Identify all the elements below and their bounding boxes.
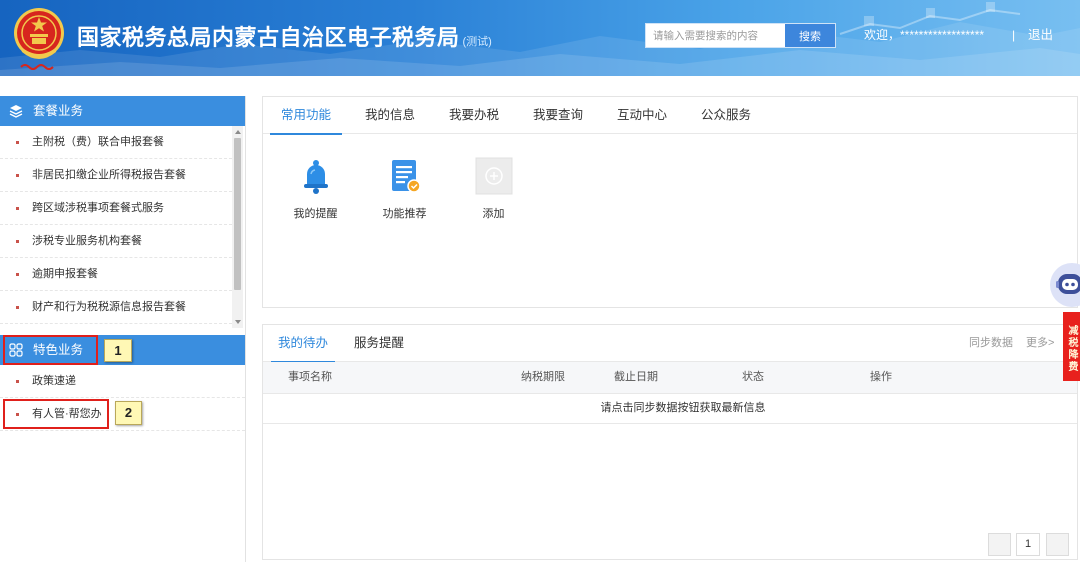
tax-reduction-promo-tab[interactable]: 减税降费 bbox=[1063, 312, 1080, 381]
sidebar-item-label: 政策速递 bbox=[32, 375, 76, 387]
tab-my-info[interactable]: 我的信息 bbox=[348, 97, 432, 134]
search-button[interactable]: 搜索 bbox=[785, 23, 836, 48]
welcome-text: 欢迎，****************** bbox=[864, 28, 985, 42]
function-my-reminders[interactable]: 我的提醒 bbox=[271, 157, 360, 221]
annotation-label: 1 bbox=[104, 339, 132, 362]
function-label: 我的提醒 bbox=[293, 208, 338, 220]
sidebar-item[interactable]: 主附税（费）联合申报套餐 bbox=[0, 126, 232, 159]
pagination-next-button[interactable] bbox=[1046, 533, 1069, 556]
todo-panel: 我的待办 服务提醒 同步数据 更多> 事项名称 纳税期限 截止日期 状态 操作 … bbox=[262, 324, 1078, 560]
tab-common-functions[interactable]: 常用功能 bbox=[264, 97, 348, 135]
more-link[interactable]: 更多> bbox=[1026, 325, 1054, 362]
logout-link[interactable]: 退出 bbox=[1028, 27, 1053, 43]
sidebar-item[interactable]: 非居民扣缴企业所得税报告套餐 bbox=[0, 159, 232, 192]
pagination-prev-button[interactable] bbox=[988, 533, 1011, 556]
bullet-icon bbox=[16, 306, 19, 309]
function-label: 功能推荐 bbox=[382, 208, 427, 220]
tab-my-todo[interactable]: 我的待办 bbox=[265, 325, 341, 363]
function-recommend[interactable]: 功能推荐 bbox=[360, 157, 449, 221]
sidebar-section-package[interactable]: 套餐业务 bbox=[0, 96, 245, 126]
todo-table-header: 事项名称 纳税期限 截止日期 状态 操作 bbox=[263, 362, 1077, 394]
sync-data-link[interactable]: 同步数据 bbox=[969, 325, 1013, 362]
bell-icon bbox=[303, 160, 328, 194]
function-panel: 常用功能 我的信息 我要办税 我要查询 互动中心 公众服务 我的提醒 功能推荐 … bbox=[262, 96, 1078, 308]
sidebar-item-label: 非居民扣缴企业所得税报告套餐 bbox=[32, 169, 186, 181]
tab-interaction[interactable]: 互动中心 bbox=[600, 97, 684, 134]
app-root: 国家税务总局内蒙古自治区电子税务局(测试) 搜索 欢迎，************… bbox=[0, 0, 1080, 562]
todo-tabs: 我的待办 服务提醒 同步数据 更多> bbox=[263, 325, 1077, 363]
pagination-page-button[interactable]: 1 bbox=[1016, 533, 1040, 556]
bullet-icon bbox=[16, 141, 19, 144]
bullet-icon bbox=[16, 273, 19, 276]
sidebar: 套餐业务 主附税（费）联合申报套餐 非居民扣缴企业所得税报告套餐 跨区域涉税事项… bbox=[0, 96, 246, 562]
site-title-suffix: (测试) bbox=[462, 36, 492, 48]
recommend-icon bbox=[391, 160, 421, 193]
scroll-up-icon[interactable] bbox=[235, 130, 241, 134]
sidebar-item-label: 财产和行为税税源信息报告套餐 bbox=[32, 301, 186, 313]
sidebar-item-label: 逾期申报套餐 bbox=[32, 268, 98, 280]
annotation-label: 2 bbox=[115, 401, 142, 425]
bullet-icon bbox=[16, 240, 19, 243]
todo-empty-message: 请点击同步数据按钮获取最新信息 bbox=[263, 394, 1077, 424]
function-tabs: 常用功能 我的信息 我要办税 我要查询 互动中心 公众服务 bbox=[263, 97, 1077, 135]
scroll-thumb[interactable] bbox=[234, 138, 241, 290]
sidebar-item-label: 跨区域涉税事项套餐式服务 bbox=[32, 202, 164, 214]
sidebar-item[interactable]: 政策速递 bbox=[0, 365, 245, 398]
sidebar-item[interactable]: 涉税专业服务机构套餐 bbox=[0, 225, 232, 258]
package-list-scrollbar[interactable] bbox=[232, 126, 243, 328]
tab-tax-handling[interactable]: 我要办税 bbox=[432, 97, 516, 134]
column-header-status: 状态 bbox=[742, 371, 764, 383]
add-icon bbox=[475, 157, 512, 195]
function-label: 添加 bbox=[482, 208, 505, 220]
sidebar-item[interactable]: 财产和行为税税源信息报告套餐 bbox=[0, 291, 232, 324]
package-list: 主附税（费）联合申报套餐 非居民扣缴企业所得税报告套餐 跨区域涉税事项套餐式服务… bbox=[0, 126, 232, 324]
column-header-action: 操作 bbox=[870, 371, 892, 383]
sidebar-item-label: 主附税（费）联合申报套餐 bbox=[32, 136, 164, 148]
bullet-icon bbox=[16, 380, 19, 383]
sidebar-section-title: 套餐业务 bbox=[33, 104, 84, 118]
top-banner: 国家税务总局内蒙古自治区电子税务局(测试) 搜索 欢迎，************… bbox=[0, 0, 1080, 76]
bullet-icon bbox=[16, 174, 19, 177]
layers-icon bbox=[9, 105, 23, 118]
site-title-text: 国家税务总局内蒙古自治区电子税务局 bbox=[77, 25, 460, 50]
sidebar-item[interactable]: 跨区域涉税事项套餐式服务 bbox=[0, 192, 232, 225]
bullet-icon bbox=[16, 207, 19, 210]
column-header-tax-period: 纳税期限 bbox=[521, 371, 565, 383]
column-header-deadline: 截止日期 bbox=[614, 371, 658, 383]
site-title: 国家税务总局内蒙古自治区电子税务局 (测试) bbox=[77, 21, 492, 59]
search-input[interactable] bbox=[645, 23, 785, 48]
tab-query[interactable]: 我要查询 bbox=[516, 97, 600, 134]
function-add[interactable]: 添加 bbox=[449, 157, 538, 221]
robot-icon[interactable] bbox=[1048, 262, 1080, 308]
sidebar-item[interactable]: 逾期申报套餐 bbox=[0, 258, 232, 291]
header-separator: | bbox=[1012, 28, 1016, 42]
annotation-highlight-featured bbox=[3, 335, 98, 365]
tab-public-service[interactable]: 公众服务 bbox=[684, 97, 768, 134]
scroll-down-icon[interactable] bbox=[235, 320, 241, 324]
column-header-item-name: 事项名称 bbox=[288, 371, 332, 383]
sidebar-item-label: 涉税专业服务机构套餐 bbox=[32, 235, 142, 247]
tab-service-reminders[interactable]: 服务提醒 bbox=[341, 325, 417, 362]
annotation-highlight-help bbox=[3, 399, 109, 429]
tax-emblem-icon bbox=[14, 8, 64, 70]
